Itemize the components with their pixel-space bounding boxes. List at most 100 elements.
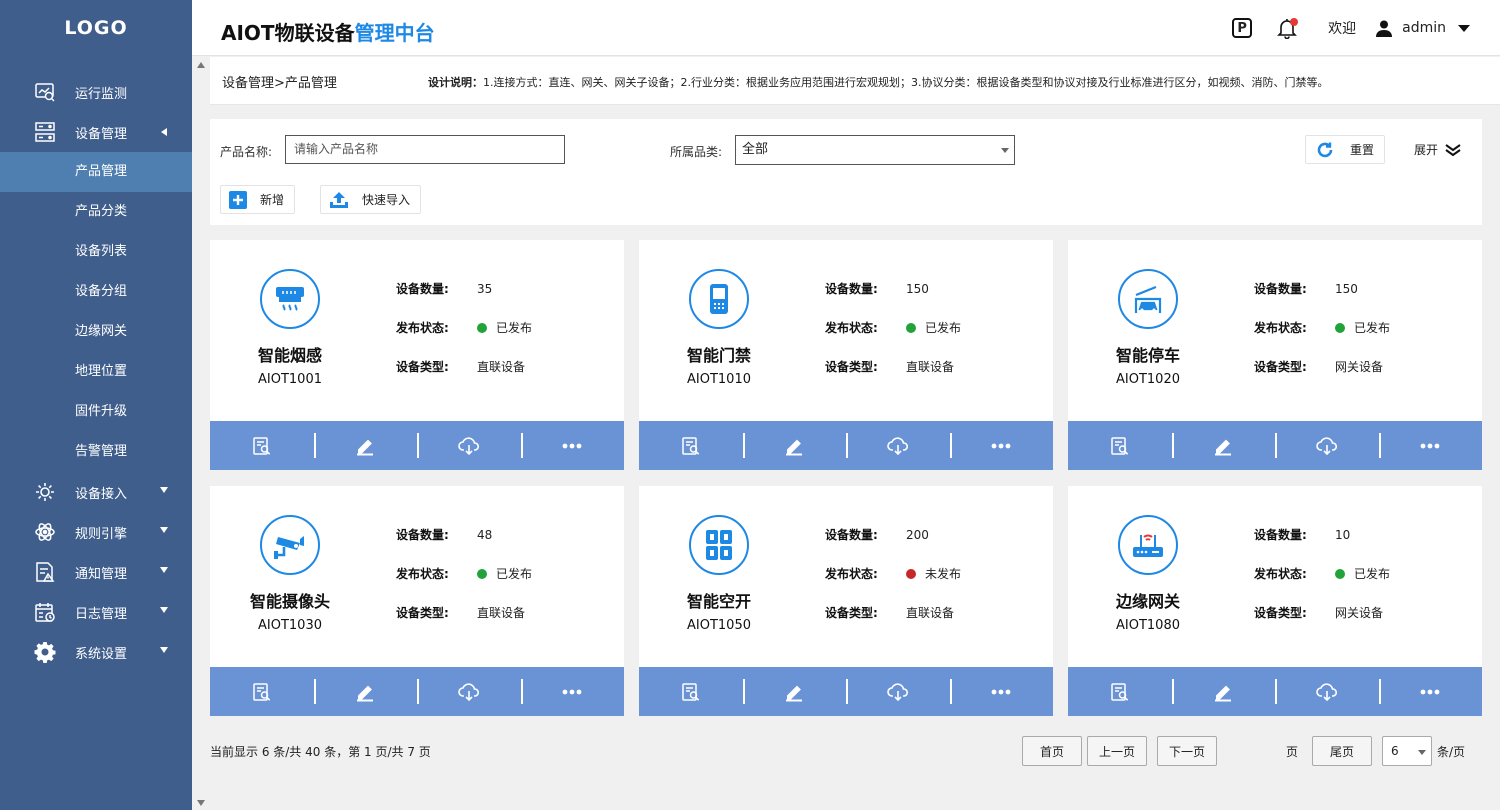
first-page-button[interactable]: 首页 [1022,736,1082,766]
sidebar-item-device-management[interactable]: 设备管理 [0,112,192,152]
user-menu[interactable]: admin [1376,20,1470,37]
sidebar-item-system-settings[interactable]: 系统设置 [0,632,192,672]
product-code: AIOT1001 [258,372,322,387]
more-button[interactable] [1378,421,1483,470]
notification-bell-icon[interactable] [1276,17,1299,40]
detail-button[interactable] [1068,667,1172,716]
add-button[interactable]: 新增 [220,185,296,214]
sidebar-subitem-product-management[interactable]: 产品管理 [0,152,192,192]
product-card[interactable]: 智能停车 AIOT1020 设备数量: 150 发布状态: 已发布 设备类型: 网关设备 [1068,240,1482,470]
vertical-scrollbar[interactable] [192,56,210,810]
sidebar-subitem-edge-gateway[interactable]: 边缘网关 [0,312,192,352]
detail-button[interactable] [210,667,314,716]
reset-button[interactable]: 重置 [1305,135,1385,164]
edit-button[interactable] [1171,421,1276,470]
sidebar-item-notification[interactable]: 通知管理 [0,552,192,592]
edit-button[interactable] [313,667,418,716]
product-card[interactable]: 边缘网关 AIOT1080 设备数量: 10 发布状态: 已发布 设备类型: 网关设备 [1068,486,1482,716]
product-card[interactable]: 智能空开 AIOT1050 设备数量: 200 发布状态: 未发布 设备类型: 直联设备 [639,486,1053,716]
edit-button[interactable] [1171,667,1276,716]
category-select[interactable]: 全部 [735,135,1015,165]
product-name: 智能门禁 [686,346,751,365]
device-count-row: 设备数量: 150 [1254,280,1358,297]
more-button[interactable] [520,667,625,716]
device-count-label: 设备数量: [825,528,878,542]
cloud-download-button[interactable] [1275,667,1379,716]
sidebar-subitem-device-list[interactable]: 设备列表 [0,232,192,272]
cloud-download-button[interactable] [846,421,950,470]
scroll-up-icon[interactable] [197,62,205,68]
top-header: AIOT物联设备管理中台 P 欢迎 admin [192,0,1500,56]
detail-button[interactable] [639,667,743,716]
product-code: AIOT1010 [687,372,751,387]
welcome-text: 欢迎 [1328,21,1357,37]
expand-toggle[interactable]: 展开 [1414,141,1462,158]
sidebar-item-rule-engine[interactable]: 规则引擎 [0,512,192,552]
sidebar-item-device-access[interactable]: 设备接入 [0,472,192,512]
detail-button[interactable] [639,421,743,470]
cloud-download-button[interactable] [846,667,950,716]
plus-icon [229,190,247,209]
prev-page-button[interactable]: 上一页 [1087,736,1147,766]
upload-icon [330,191,348,208]
category-label: 所属品类: [670,145,723,159]
log-icon [34,601,56,623]
quick-import-button[interactable]: 快速导入 [320,185,422,214]
sidebar-subitem-product-category[interactable]: 产品分类 [0,192,192,232]
status-dot [477,322,487,333]
double-chevron-down-icon [1445,143,1461,156]
more-button[interactable] [949,667,1054,716]
caret-down-icon [160,647,168,653]
page-size-select[interactable]: 6 [1382,736,1432,766]
device-count-row: 设备数量: 35 [396,280,492,297]
more-button[interactable] [520,421,625,470]
cloud-download-button[interactable] [417,421,521,470]
edit-button[interactable] [742,421,847,470]
product-card[interactable]: 智能摄像头 AIOT1030 设备数量: 48 发布状态: 已发布 设备类型: 直联设备 [210,486,624,716]
device-count-label: 设备数量: [396,282,449,296]
cloud-download-button[interactable] [417,667,521,716]
sidebar-item-label: 设备管理 [75,126,128,142]
publish-status-label: 发布状态: [825,567,878,581]
select-arrow-icon [1418,750,1426,755]
design-note: 设计说明：1.连接方式：直连、网关、网关子设备；2.行业分类：根据业务应用范围进… [428,74,1328,90]
device-count-label: 设备数量: [1254,282,1307,296]
product-name: 智能烟感 [257,346,322,365]
publish-status-row: 发布状态: 已发布 [825,319,961,336]
card-action-bar [1068,667,1482,716]
detail-button[interactable] [1068,421,1172,470]
access-icon [34,481,56,503]
detail-icon [1110,682,1130,702]
app-title: AIOT物联设备管理中台 [221,17,435,46]
product-name-input[interactable]: 请输入产品名称 [285,135,565,164]
sidebar-item-log[interactable]: 日志管理 [0,592,192,632]
sidebar-subitem-alarm[interactable]: 告警管理 [0,432,192,472]
more-icon [991,689,1011,695]
sidebar-item-label: 系统设置 [75,646,128,662]
status-text: 已发布 [925,321,962,335]
camera-icon [260,515,320,575]
sidebar-subitem-device-group[interactable]: 设备分组 [0,272,192,312]
more-icon [1420,443,1440,449]
caret-down-icon [160,527,168,533]
product-card[interactable]: 智能烟感 AIOT1001 设备数量: 35 发布状态: 已发布 设备类型: 直联设备 [210,240,624,470]
edit-button[interactable] [313,421,418,470]
add-label: 新增 [260,193,285,207]
last-page-button[interactable]: 尾页 [1312,736,1372,766]
card-action-bar [639,667,1053,716]
device-count-label: 设备数量: [1254,528,1307,542]
detail-button[interactable] [210,421,314,470]
more-button[interactable] [1378,667,1483,716]
more-button[interactable] [949,421,1054,470]
edit-button[interactable] [742,667,847,716]
cloud-download-button[interactable] [1275,421,1379,470]
scroll-down-icon[interactable] [197,800,205,806]
sidebar-subitem-location[interactable]: 地理位置 [0,352,192,392]
card-action-bar [210,667,624,716]
product-card[interactable]: 智能门禁 AIOT1010 设备数量: 150 发布状态: 已发布 设备类型: 直联设备 [639,240,1053,470]
parking-p-icon[interactable]: P [1232,18,1253,38]
username: admin [1402,20,1446,36]
sidebar-item-monitor[interactable]: 运行监测 [0,72,192,112]
next-page-button[interactable]: 下一页 [1157,736,1217,766]
sidebar-subitem-firmware[interactable]: 固件升级 [0,392,192,432]
